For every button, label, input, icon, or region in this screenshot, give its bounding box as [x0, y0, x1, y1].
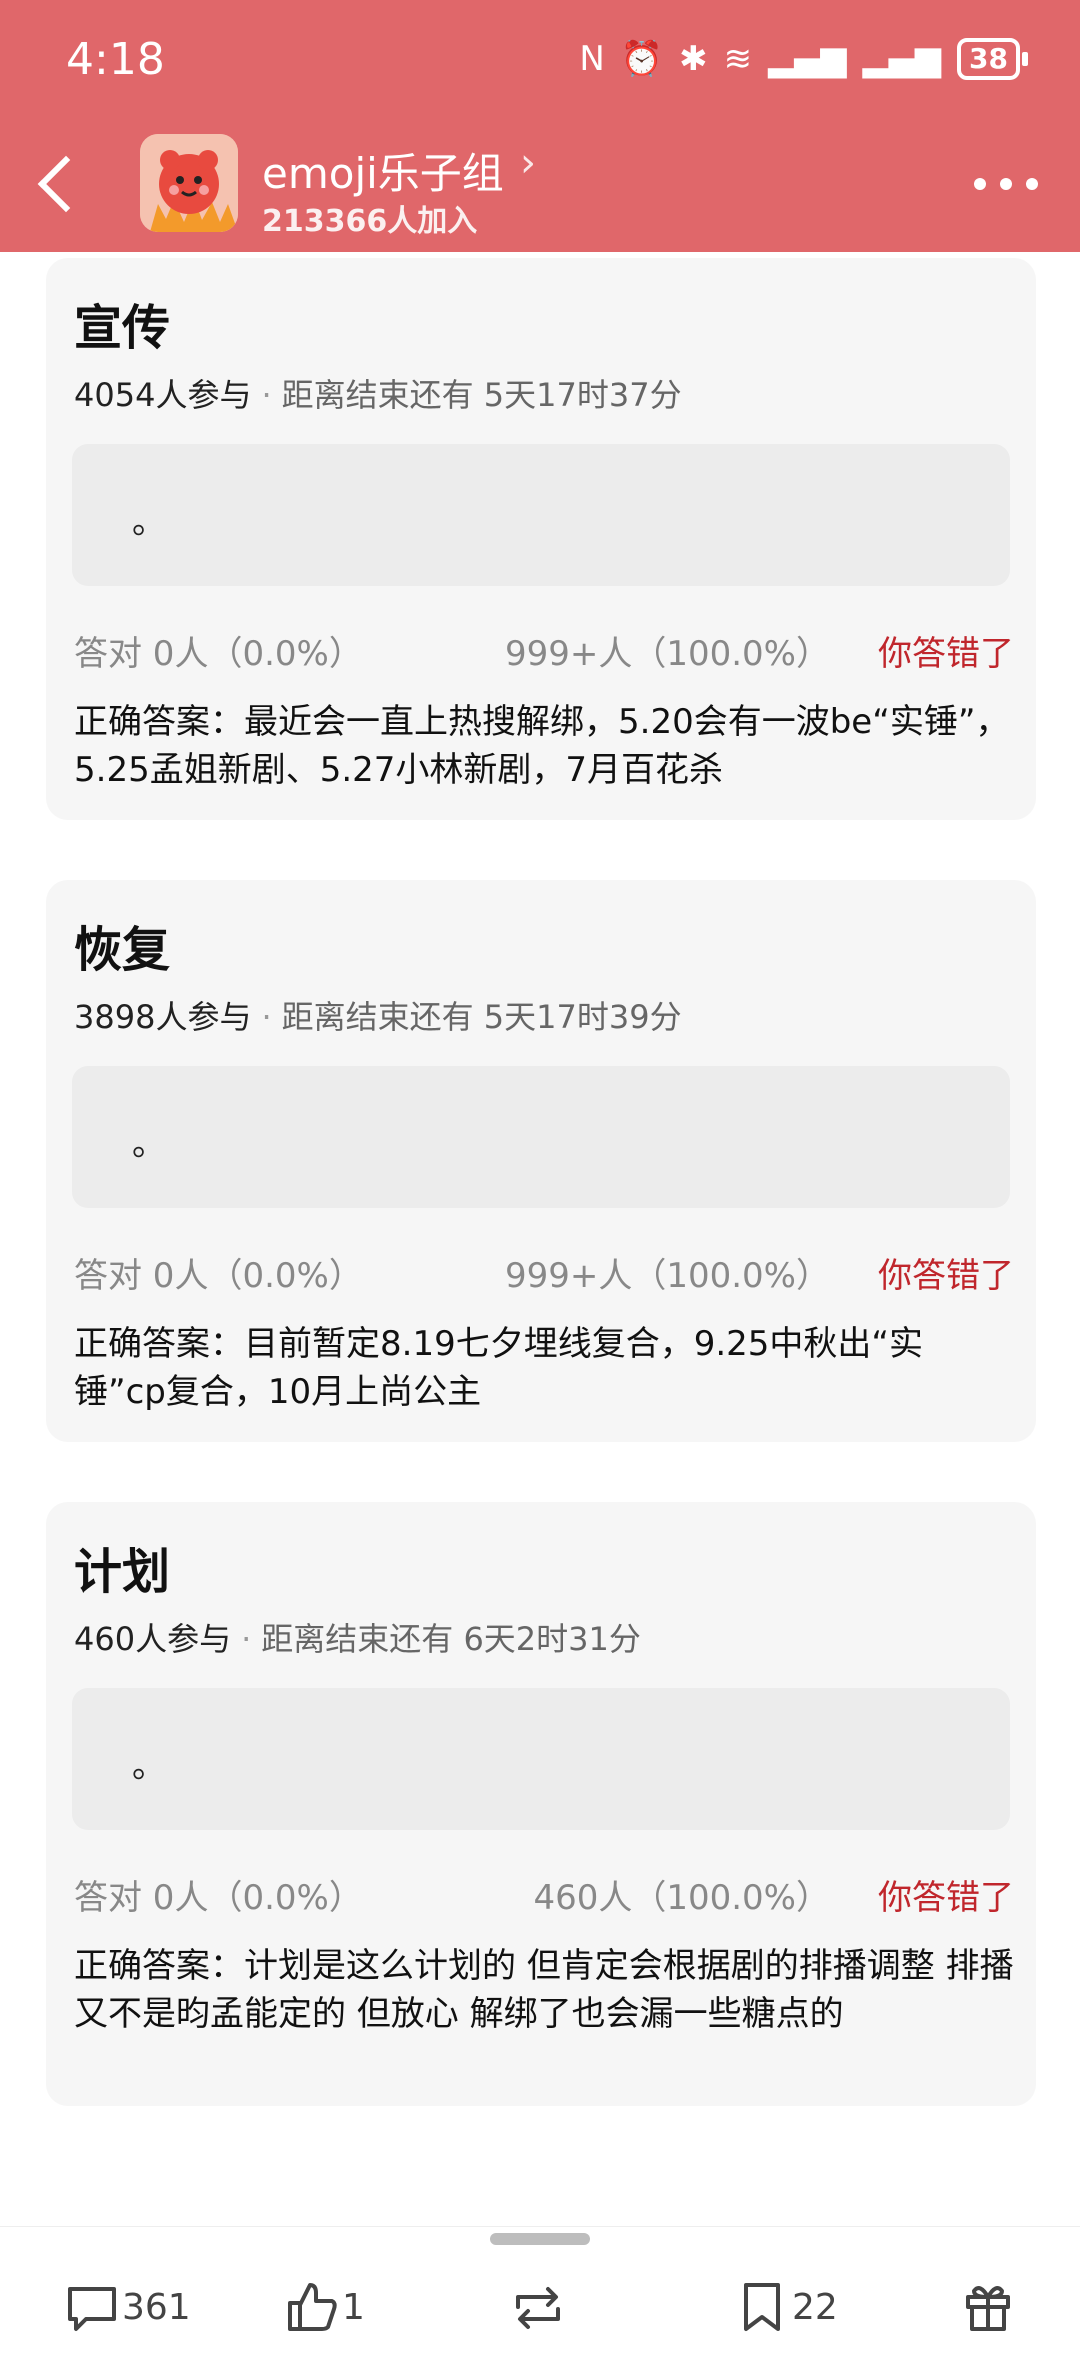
correct-answer: 正确答案：最近会一直上热搜解绑，5.20会有一波be“实锤”，5.25孟姐新剧、…	[74, 702, 1010, 790]
time-remaining: 距离结束还有 6天2时31分	[261, 1620, 641, 1658]
group-name[interactable]: emoji乐子组	[262, 140, 504, 201]
correct-answer: 正确答案：目前暂定8.19七夕埋线复合，9.25中秋出“实锤”cp复合，10月上…	[74, 1324, 924, 1412]
gift-button[interactable]	[958, 2277, 1018, 2337]
battery-icon: 38	[957, 38, 1028, 80]
quiz-title: 宣传	[74, 300, 171, 356]
signal-icon: ▂▄▆	[768, 39, 847, 79]
repost-icon	[516, 2287, 560, 2329]
comment-button[interactable]: 361	[62, 2277, 191, 2337]
answer-option[interactable]: 。	[72, 444, 1010, 586]
wifi-icon: ≋	[723, 39, 753, 79]
time-remaining: 距离结束还有 5天17时37分	[281, 376, 682, 414]
signal-icon-2: ▂▄▆	[862, 39, 942, 79]
result-label: 你答错了	[878, 1256, 1014, 1296]
header: 4:18 N ⏰ ✱ ≋ ▂▄▆ ▂▄▆ 38 emoji乐子组 › 21336…	[0, 0, 1080, 252]
correct-stat: 答对 0人（0.0%）	[74, 1878, 363, 1918]
more-options-button[interactable]	[974, 178, 1038, 190]
quiz-title: 计划	[74, 1544, 171, 1600]
group-member-count: 213366人加入	[262, 204, 478, 239]
gift-icon	[966, 2286, 1010, 2331]
quiz-card: 计划 460人参与 · 距离结束还有 6天2时31分 。 答对 0人（0.0%） 4…	[46, 1502, 1036, 2106]
participant-count: 3898人参与	[74, 998, 252, 1036]
back-button[interactable]	[32, 150, 82, 220]
bluetooth-icon: ✱	[679, 39, 708, 79]
like-count: 1	[342, 2286, 365, 2328]
quiz-card: 恢复 3898人参与 · 距离结束还有 5天17时39分 。 答对 0人（0.0%）…	[46, 880, 1036, 1442]
stat-row: 答对 0人（0.0%） 999+人（100.0%） 你答错了	[74, 1248, 1014, 1298]
stat-row: 答对 0人（0.0%） 460人（100.0%） 你答错了	[74, 1870, 1014, 1920]
correct-stat: 答对 0人（0.0%）	[74, 1256, 363, 1296]
other-stat: 999+人（100.0%）	[504, 634, 830, 674]
other-stat: 999+人（100.0%）	[504, 1256, 830, 1296]
group-avatar[interactable]	[140, 134, 238, 232]
like-button[interactable]: 1	[282, 2277, 365, 2337]
status-time: 4:18	[66, 34, 165, 85]
option-text: 。	[132, 1746, 166, 1786]
bookmark-icon	[744, 2283, 780, 2331]
drag-handle[interactable]	[490, 2233, 590, 2245]
time-remaining: 距离结束还有 5天17时39分	[281, 998, 682, 1036]
answer-option[interactable]: 。	[72, 1688, 1010, 1830]
thumbs-up-icon	[288, 2283, 337, 2331]
chevron-right-icon[interactable]: ›	[520, 140, 536, 186]
separator: ·	[261, 998, 272, 1036]
bookmark-count: 22	[792, 2286, 838, 2328]
repost-button[interactable]	[508, 2277, 568, 2337]
dot	[1000, 178, 1012, 190]
participant-count: 4054人参与	[74, 376, 252, 414]
nfc-icon: N	[579, 39, 605, 79]
comment-icon	[68, 2287, 116, 2331]
bottom-action-bar: 361 1 22	[0, 2226, 1080, 2374]
answer-option[interactable]: 。	[72, 1066, 1010, 1208]
correct-answer: 正确答案：计划是这么计划的 但肯定会根据剧的排播调整 排播又不是昀孟能定的 但放…	[74, 1946, 1014, 2034]
result-label: 你答错了	[878, 1878, 1014, 1918]
separator: ·	[261, 376, 272, 414]
participant-count: 460人参与	[74, 1620, 232, 1658]
dot	[974, 178, 986, 190]
option-text: 。	[132, 502, 166, 542]
dot	[1026, 178, 1038, 190]
result-label: 你答错了	[878, 634, 1014, 674]
quiz-title: 恢复	[74, 922, 171, 978]
quiz-card: 宣传 4054人参与 · 距离结束还有 5天17时37分 。 答对 0人（0.0%）…	[46, 258, 1036, 820]
alarm-icon: ⏰	[620, 39, 664, 79]
bookmark-button[interactable]: 22	[732, 2277, 838, 2337]
quiz-meta: 460人参与 · 距离结束还有 6天2时31分	[74, 1614, 641, 1660]
option-text: 。	[132, 1124, 166, 1164]
correct-stat: 答对 0人（0.0%）	[74, 634, 363, 674]
separator: ·	[241, 1620, 252, 1658]
dragon-emoji-icon	[140, 134, 238, 232]
comment-count: 361	[122, 2286, 191, 2328]
quiz-meta: 4054人参与 · 距离结束还有 5天17时37分	[74, 370, 682, 416]
other-stat: 460人（100.0%）	[533, 1878, 830, 1918]
status-icons: N ⏰ ✱ ≋ ▂▄▆ ▂▄▆ 38	[579, 38, 1028, 80]
quiz-meta: 3898人参与 · 距离结束还有 5天17时39分	[74, 992, 682, 1038]
stat-row: 答对 0人（0.0%） 999+人（100.0%） 你答错了	[74, 626, 1014, 676]
